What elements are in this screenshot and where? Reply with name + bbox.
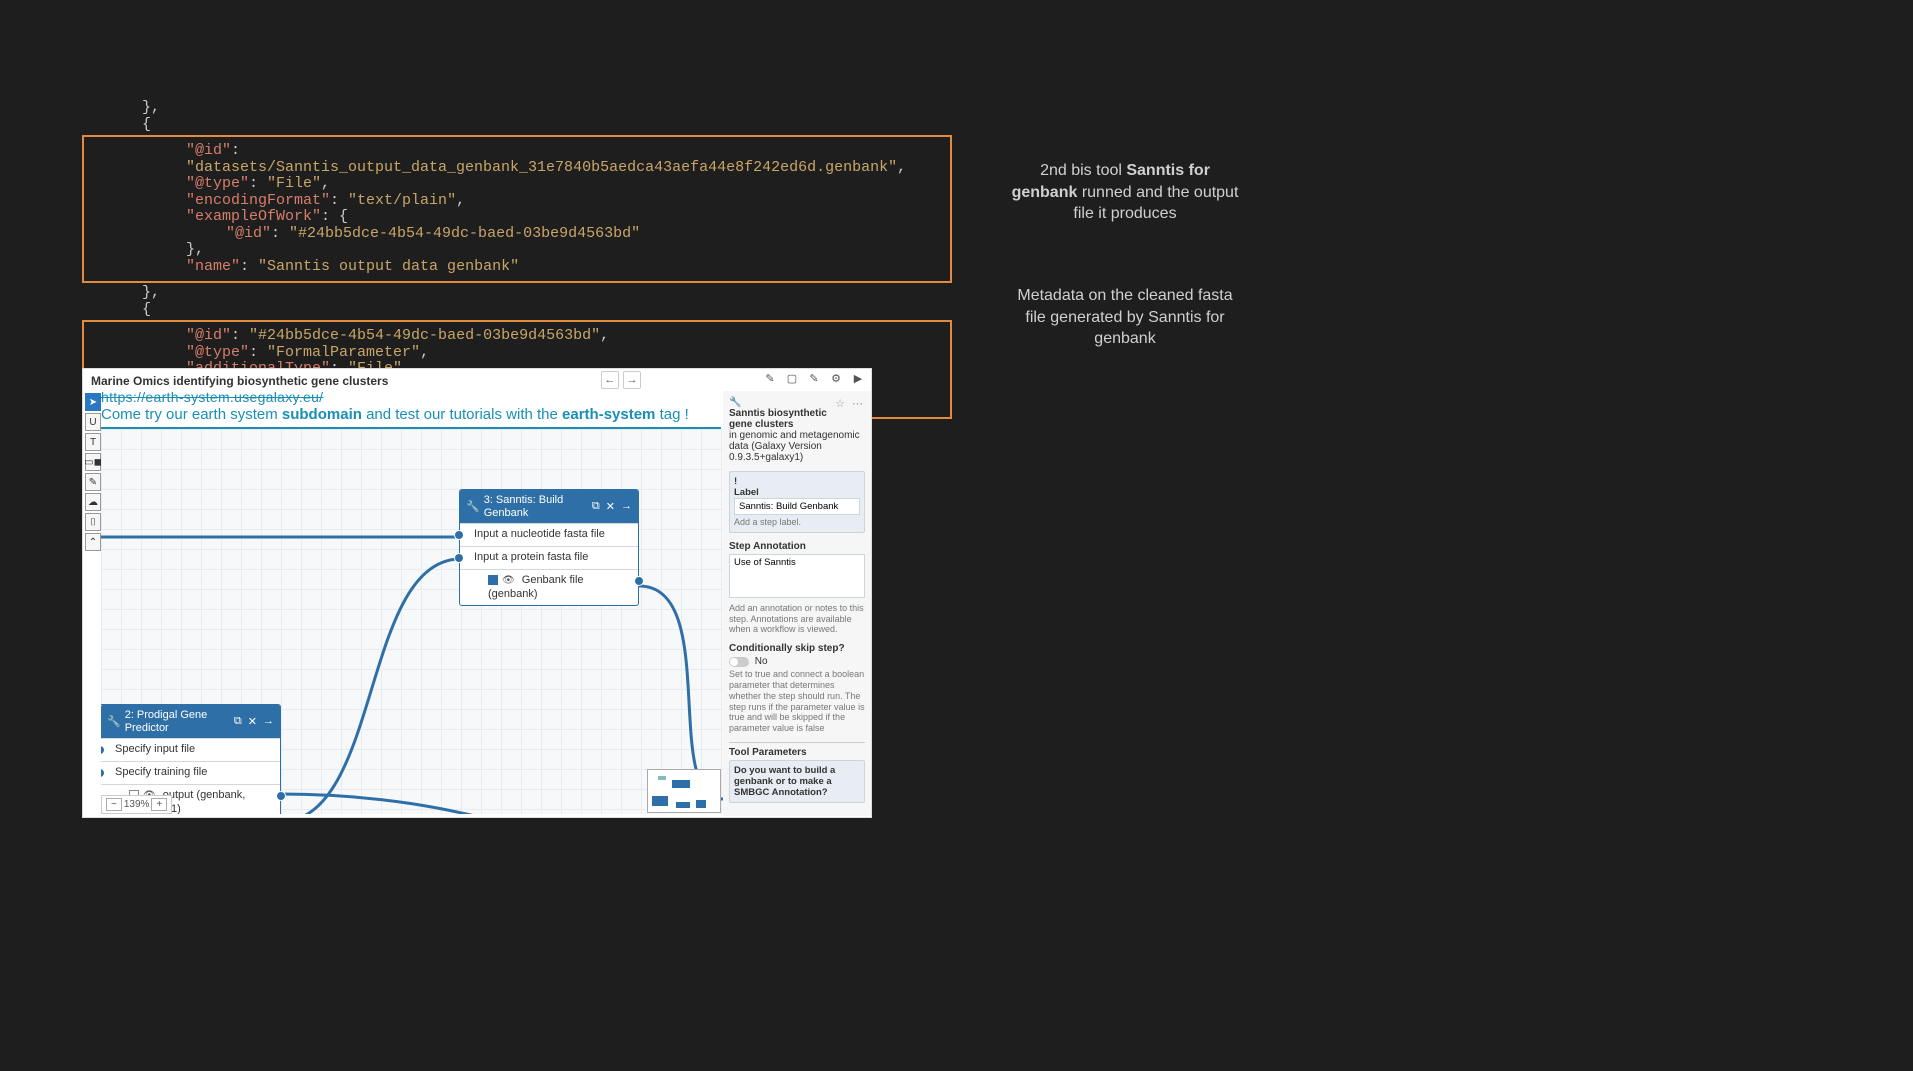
code-line: "encodingFormat": "text/plain",	[96, 193, 938, 210]
copy-icon[interactable]: ⧉	[234, 715, 242, 728]
input-port[interactable]	[101, 745, 105, 755]
wrench-icon: 🔧	[729, 397, 741, 408]
code-line: },	[96, 242, 938, 259]
input-port-row[interactable]: Specify training file	[101, 761, 280, 784]
code-line: "@type": "FormalParameter",	[96, 345, 938, 362]
annotation-text-1: 2nd bis tool Sanntis for genbank runned …	[1010, 160, 1240, 225]
input-port-row[interactable]: Specify input file	[101, 738, 280, 761]
conditional-header: Conditionally skip step?	[729, 643, 865, 654]
arrow-right-icon[interactable]: →	[621, 500, 632, 513]
md-tool[interactable]: ▭◼	[85, 453, 101, 471]
input-port-row[interactable]: Input a nucleotide fasta file	[460, 523, 638, 546]
input-port[interactable]	[101, 768, 105, 778]
copy-icon[interactable]: ⧉	[592, 500, 600, 513]
input-port[interactable]	[454, 530, 464, 540]
conditional-toggle[interactable]	[729, 657, 749, 667]
editor-actions: ✎ ▢ ✎ ⚙ ▶	[763, 371, 865, 385]
annotation-help: Add an annotation or notes to this step.…	[729, 603, 865, 635]
zoom-control: − 139% +	[101, 795, 172, 814]
workflow-title: Marine Omics identifying biosynthetic ge…	[91, 374, 388, 388]
code-line: "@id": "#24bb5dce-4b54-49dc-baed-03be9d4…	[96, 328, 938, 345]
zoom-out-button[interactable]: −	[106, 798, 122, 811]
galaxy-workflow-editor: Marine Omics identifying biosynthetic ge…	[82, 368, 872, 818]
node-title: 3: Sanntis: Build Genbank	[484, 494, 588, 519]
code-line: "@id": "#24bb5dce-4b54-49dc-baed-03be9d4…	[96, 226, 938, 243]
conditional-help: Set to true and connect a boolean parame…	[729, 669, 865, 734]
minimap[interactable]	[647, 769, 721, 813]
annotation-text-2: Metadata on the cleaned fasta file gener…	[1010, 285, 1240, 350]
code-line: "exampleOfWork": {	[96, 209, 938, 226]
brace: }, {	[82, 100, 952, 133]
conditional-value: No	[755, 656, 768, 667]
nav-history: ← →	[601, 371, 641, 389]
close-icon[interactable]: ✕	[606, 500, 615, 513]
more-icon[interactable]: ⋯	[852, 398, 865, 410]
pointer-tool[interactable]: ➤	[85, 393, 101, 411]
forward-button[interactable]: →	[623, 371, 641, 389]
run-icon[interactable]: ▶	[851, 371, 865, 385]
collapse-tool[interactable]: ⌃	[85, 533, 101, 551]
arrow-right-icon[interactable]: →	[263, 715, 274, 728]
tool-params-header: Tool Parameters	[729, 747, 865, 758]
close-icon[interactable]: ✕	[248, 715, 257, 728]
brace: }, {	[82, 285, 952, 318]
output-port[interactable]	[634, 576, 644, 586]
back-button[interactable]: ←	[601, 371, 619, 389]
node-sanntis-build-genbank[interactable]: 🔧 3: Sanntis: Build Genbank ⧉ ✕ → Input …	[459, 489, 639, 606]
eye-icon[interactable]: 👁	[502, 575, 515, 588]
edit2-icon[interactable]: ✎	[807, 371, 821, 385]
tool-subtitle: in genomic and metagenomic data (Galaxy …	[729, 430, 860, 463]
star-icon[interactable]: ☆	[835, 398, 847, 410]
label-help: Add a step label.	[734, 517, 860, 528]
workflow-canvas[interactable]: 🔧 3: Sanntis: Build Genbank ⧉ ✕ → Input …	[101, 429, 723, 814]
tool-param-question: Do you want to build a genbank or to mak…	[734, 765, 835, 798]
warn-icon: !	[734, 476, 737, 487]
output-port[interactable]	[276, 791, 286, 801]
magnet-tool[interactable]: U	[85, 413, 101, 431]
output-port-row[interactable]: 👁 Genbank file (genbank)	[460, 569, 638, 606]
edit-icon[interactable]: ✎	[763, 371, 777, 385]
label-input[interactable]	[734, 498, 860, 515]
code-line: "@type": "File",	[96, 176, 938, 193]
wrench-icon: 🔧	[466, 500, 480, 513]
input-port[interactable]	[454, 553, 464, 563]
node-title: 2: Prodigal Gene Predictor	[125, 709, 230, 734]
code-line: "name": "Sanntis output data genbank"	[96, 259, 938, 276]
annotation-textarea[interactable]: Use of Sanntis	[729, 554, 865, 598]
wrench-icon: 🔧	[107, 715, 121, 728]
text-tool[interactable]: T	[85, 433, 101, 451]
annotation-header: Step Annotation	[729, 541, 865, 552]
left-toolbar: ➤ U T ▭◼ ✎ ☁ ⌷ ⌃	[85, 393, 101, 551]
panel-icon[interactable]: ▢	[785, 371, 799, 385]
cloud-tool[interactable]: ☁	[85, 493, 101, 511]
banner-text: Come try our earth system subdomain and …	[101, 406, 721, 429]
zoom-level: 139%	[124, 799, 150, 810]
tool-name: Sanntis biosynthetic gene clusters	[729, 408, 827, 430]
select-tool[interactable]: ⌷	[85, 513, 101, 531]
step-details-panel: ☆ ⋯ 🔧 Sanntis biosynthetic gene clusters…	[723, 391, 871, 816]
output-checkbox[interactable]	[488, 575, 498, 585]
code-line: "@id": "datasets/Sanntis_output_data_gen…	[96, 143, 938, 176]
label-header: Label	[734, 487, 759, 498]
highlight-box-1: "@id": "datasets/Sanntis_output_data_gen…	[82, 135, 952, 283]
pencil-tool[interactable]: ✎	[85, 473, 101, 491]
zoom-in-button[interactable]: +	[151, 798, 167, 811]
input-port-row[interactable]: Input a protein fasta file	[460, 546, 638, 569]
settings-icon[interactable]: ⚙	[829, 371, 843, 385]
subdomain-url: https://earth-system.usegalaxy.eu/	[101, 389, 323, 405]
